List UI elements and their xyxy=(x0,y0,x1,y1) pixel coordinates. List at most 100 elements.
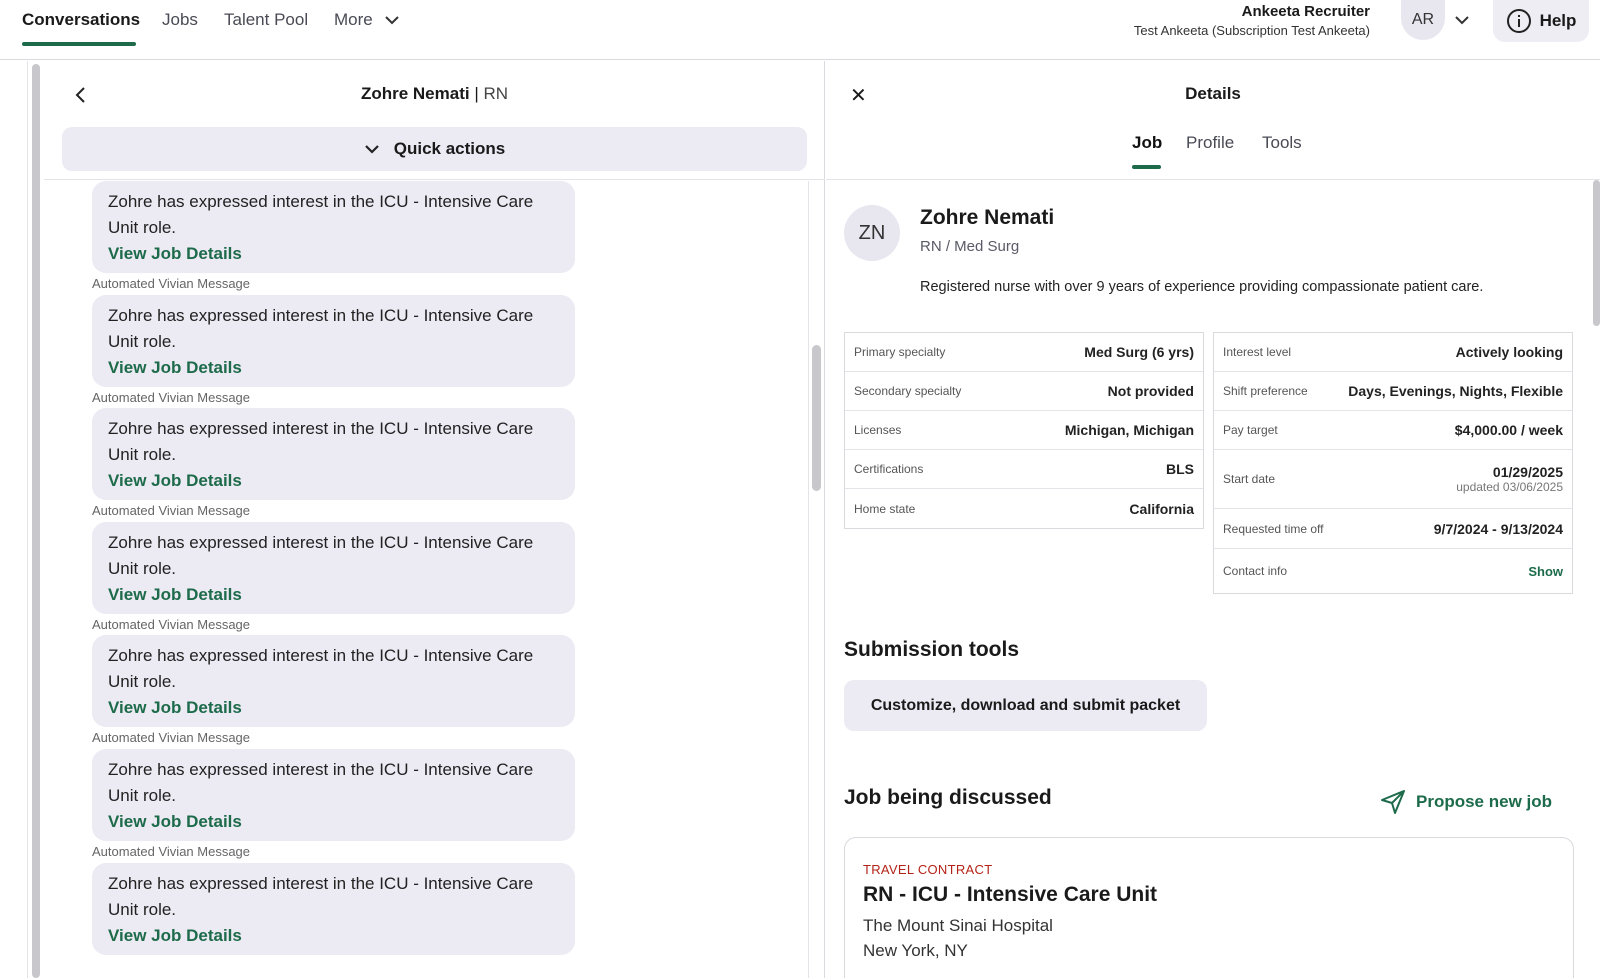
candidate-avatar: ZN xyxy=(844,205,900,261)
info-row: Primary specialty Med Surg (6 yrs) xyxy=(845,333,1203,372)
info-label: Certifications xyxy=(854,462,924,476)
nav-tab-more[interactable]: More xyxy=(334,10,400,30)
info-label: Contact info xyxy=(1223,564,1288,578)
message-caption: Automated Vivian Message xyxy=(92,390,251,405)
message-bubble: Zohre has expressed interest in the ICU … xyxy=(92,635,575,727)
active-tab-indicator xyxy=(1132,165,1161,169)
user-avatar[interactable]: AR xyxy=(1401,0,1445,40)
details-scrollbar[interactable] xyxy=(1593,180,1600,326)
message-list: Zohre has expressed interest in the ICU … xyxy=(44,181,825,978)
job-type-label: TRAVEL CONTRACT xyxy=(863,862,993,877)
view-job-details-link[interactable]: View Job Details xyxy=(108,809,559,835)
view-job-details-link[interactable]: View Job Details xyxy=(108,241,559,267)
conversation-header: Zohre Nemati | RN Quick actions xyxy=(44,61,825,180)
info-value: Actively looking xyxy=(1455,344,1563,360)
show-contact-link[interactable]: Show xyxy=(1528,564,1563,579)
message-bubble: Zohre has expressed interest in the ICU … xyxy=(92,181,575,273)
propose-new-job-label: Propose new job xyxy=(1416,792,1553,811)
title-separator: | xyxy=(469,84,484,103)
quick-actions-button[interactable]: Quick actions xyxy=(62,127,807,171)
view-job-details-link[interactable]: View Job Details xyxy=(108,695,559,721)
info-label: Pay target xyxy=(1223,423,1278,437)
info-label: Home state xyxy=(854,501,916,516)
info-label: Shift preference xyxy=(1223,384,1308,398)
candidate-info-table-right: Interest level Actively looking Shift pre… xyxy=(1213,332,1573,594)
details-panel: ✕ Details Job Profile Tools ZN Zohre Nem… xyxy=(826,61,1600,978)
user-name: Ankeeta Recruiter xyxy=(1241,3,1370,20)
info-row: Certifications BLS xyxy=(845,450,1203,489)
message-text: Zohre has expressed interest in the ICU … xyxy=(108,533,534,578)
info-row: Contact info Show xyxy=(1214,549,1572,593)
conversation-title: Zohre Nemati | RN xyxy=(44,84,825,104)
info-label: Requested time off xyxy=(1223,521,1324,536)
candidate-name: Zohre Nemati xyxy=(920,206,1055,229)
info-value: Not provided xyxy=(1107,383,1194,399)
info-value: 9/7/2024 - 9/13/2024 xyxy=(1433,520,1563,537)
info-label: Primary specialty xyxy=(854,345,946,359)
job-being-discussed-title: Job being discussed xyxy=(844,786,1052,809)
message-text: Zohre has expressed interest in the ICU … xyxy=(108,760,534,805)
nav-more-label: More xyxy=(334,10,373,29)
candidate-bio: Registered nurse with over 9 years of ex… xyxy=(920,279,1484,295)
message-text: Zohre has expressed interest in the ICU … xyxy=(108,874,534,919)
sidebar-scrollbar[interactable] xyxy=(32,64,40,978)
message-text: Zohre has expressed interest in the ICU … xyxy=(108,306,534,351)
message-text: Zohre has expressed interest in the ICU … xyxy=(108,192,534,237)
info-value: Days, Evenings, Nights, Flexible xyxy=(1348,383,1563,399)
view-job-details-link[interactable]: View Job Details xyxy=(108,355,559,381)
chevron-down-icon[interactable] xyxy=(1454,14,1470,26)
nav-tab-talent-pool[interactable]: Talent Pool xyxy=(224,10,308,30)
info-value: $4,000.00 / week xyxy=(1454,422,1563,438)
top-navigation: Conversations Jobs Talent Pool More Anke… xyxy=(0,0,1600,60)
tab-job[interactable]: Job xyxy=(1132,133,1162,153)
tab-tools[interactable]: Tools xyxy=(1262,133,1302,153)
info-row: Start date 01/29/2025 updated 03/06/2025 xyxy=(1214,450,1572,509)
info-row: Interest level Actively looking xyxy=(1214,333,1572,372)
message-caption: Automated Vivian Message xyxy=(92,617,251,632)
info-label: Secondary specialty xyxy=(854,384,962,398)
nav-tab-conversations[interactable]: Conversations xyxy=(22,10,140,30)
send-icon xyxy=(1381,790,1405,814)
info-label: Interest level xyxy=(1223,345,1292,359)
nav-tab-jobs[interactable]: Jobs xyxy=(162,10,198,30)
message-caption: Automated Vivian Message xyxy=(92,276,251,291)
propose-new-job-button[interactable]: Propose new job xyxy=(1380,789,1552,815)
candidate-info-table-left: Primary specialty Med Surg (6 yrs) Second… xyxy=(844,332,1204,529)
job-location: New York, NY xyxy=(863,941,968,960)
help-button[interactable]: Help xyxy=(1493,0,1589,42)
submit-packet-button[interactable]: Customize, download and submit packet xyxy=(844,680,1207,731)
info-value: California xyxy=(1129,500,1194,517)
info-row: Shift preference Days, Evenings, Nights, … xyxy=(1214,372,1572,411)
view-job-details-link[interactable]: View Job Details xyxy=(108,923,559,949)
info-row: Licenses Michigan, Michigan xyxy=(845,411,1203,450)
message-text: Zohre has expressed interest in the ICU … xyxy=(108,646,534,691)
view-job-details-link[interactable]: View Job Details xyxy=(108,468,559,494)
info-subtext: updated 03/06/2025 xyxy=(1456,480,1563,494)
tab-profile[interactable]: Profile xyxy=(1186,133,1234,153)
candidate-role: RN xyxy=(483,84,509,103)
message-bubble: Zohre has expressed interest in the ICU … xyxy=(92,863,575,955)
message-caption: Automated Vivian Message xyxy=(92,730,251,745)
chevron-down-icon xyxy=(364,145,379,154)
conversation-panel: Zohre Nemati | RN Quick actions Zohre ha… xyxy=(44,61,825,978)
info-row: Secondary specialty Not provided xyxy=(845,372,1203,411)
active-tab-indicator xyxy=(22,42,136,46)
info-row: Requested time off 9/7/2024 - 9/13/2024 xyxy=(1214,509,1572,549)
candidate-name: Zohre Nemati xyxy=(360,84,470,103)
message-bubble: Zohre has expressed interest in the ICU … xyxy=(92,749,575,841)
message-bubble: Zohre has expressed interest in the ICU … xyxy=(92,408,575,500)
view-job-details-link[interactable]: View Job Details xyxy=(108,582,559,608)
help-label: Help xyxy=(1539,11,1577,30)
submission-tools-title: Submission tools xyxy=(844,638,1020,661)
job-title: RN - ICU - Intensive Care Unit xyxy=(863,883,1158,906)
info-label: Start date xyxy=(1223,472,1276,486)
chevron-down-icon xyxy=(385,16,400,25)
job-card[interactable]: TRAVEL CONTRACT RN - ICU - Intensive Car… xyxy=(844,837,1574,978)
info-value: 01/29/2025 xyxy=(1492,464,1563,480)
quick-actions-label: Quick actions xyxy=(393,139,506,158)
details-header: ✕ Details Job Profile Tools xyxy=(826,61,1600,180)
message-bubble: Zohre has expressed interest in the ICU … xyxy=(92,295,575,387)
info-value-group: 01/29/2025 updated 03/06/2025 xyxy=(1456,464,1563,494)
info-value: Michigan, Michigan xyxy=(1064,422,1194,438)
message-bubble: Zohre has expressed interest in the ICU … xyxy=(92,522,575,614)
